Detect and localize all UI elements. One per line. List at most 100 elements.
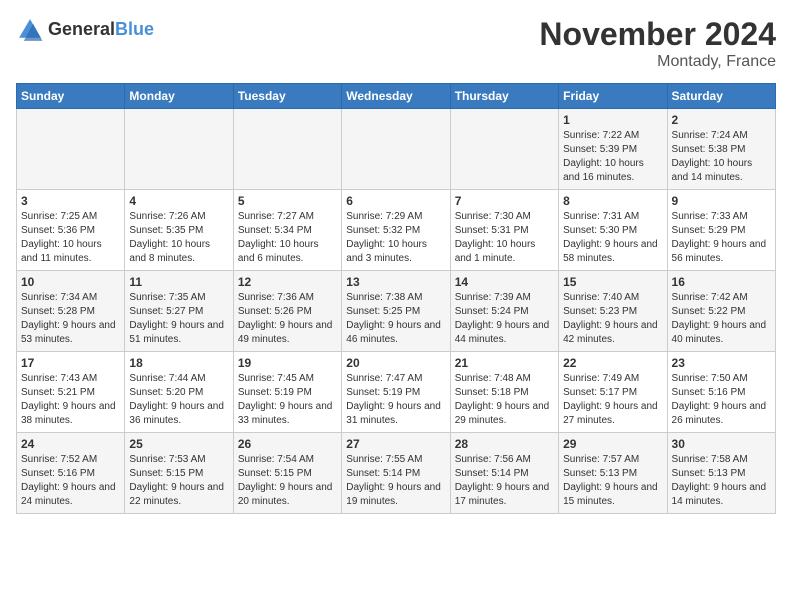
weekday-header-cell: Tuesday [233, 84, 341, 109]
calendar-day-cell: 19 Sunrise: 7:45 AM Sunset: 5:19 PM Dayli… [233, 352, 341, 433]
day-info: Sunrise: 7:45 AM Sunset: 5:19 PM Dayligh… [238, 372, 337, 428]
calendar-day-cell [125, 109, 233, 190]
day-number: 1 [563, 113, 662, 127]
day-info: Sunrise: 7:33 AM Sunset: 5:29 PM Dayligh… [672, 210, 771, 266]
day-number: 17 [21, 356, 120, 370]
weekday-header-cell: Wednesday [342, 84, 450, 109]
day-number: 29 [563, 437, 662, 451]
day-info: Sunrise: 7:43 AM Sunset: 5:21 PM Dayligh… [21, 372, 120, 428]
calendar-day-cell [342, 109, 450, 190]
calendar-day-cell [17, 109, 125, 190]
calendar-day-cell: 3 Sunrise: 7:25 AM Sunset: 5:36 PM Daylig… [17, 190, 125, 271]
calendar-day-cell: 22 Sunrise: 7:49 AM Sunset: 5:17 PM Dayli… [559, 352, 667, 433]
month-title: November 2024 [539, 16, 776, 53]
calendar-day-cell: 10 Sunrise: 7:34 AM Sunset: 5:28 PM Dayli… [17, 271, 125, 352]
calendar-day-cell: 21Sunrise: 7:48 AM Sunset: 5:18 PM Dayli… [450, 352, 558, 433]
day-number: 9 [672, 194, 771, 208]
calendar-day-cell: 7 Sunrise: 7:30 AM Sunset: 5:31 PM Daylig… [450, 190, 558, 271]
day-info: Sunrise: 7:53 AM Sunset: 5:15 PM Dayligh… [129, 453, 228, 509]
day-info: Sunrise: 7:29 AM Sunset: 5:32 PM Dayligh… [346, 210, 445, 266]
weekday-header-cell: Friday [559, 84, 667, 109]
day-number: 16 [672, 275, 771, 289]
logo-text: GeneralBlue [48, 20, 154, 40]
day-number: 24 [21, 437, 120, 451]
calendar-day-cell: 6 Sunrise: 7:29 AM Sunset: 5:32 PM Daylig… [342, 190, 450, 271]
day-number: 11 [129, 275, 228, 289]
calendar-day-cell: 13 Sunrise: 7:38 AM Sunset: 5:25 PM Dayli… [342, 271, 450, 352]
day-info: Sunrise: 7:22 AM Sunset: 5:39 PM Dayligh… [563, 129, 662, 185]
calendar-day-cell: 28Sunrise: 7:56 AM Sunset: 5:14 PM Dayli… [450, 433, 558, 514]
day-number: 19 [238, 356, 337, 370]
calendar-day-cell: 23 Sunrise: 7:50 AM Sunset: 5:16 PM Dayli… [667, 352, 775, 433]
day-info: Sunrise: 7:58 AM Sunset: 5:13 PM Dayligh… [672, 453, 771, 509]
calendar-day-cell: 2 Sunrise: 7:24 AM Sunset: 5:38 PM Daylig… [667, 109, 775, 190]
calendar-week-row: 1 Sunrise: 7:22 AM Sunset: 5:39 PM Daylig… [17, 109, 776, 190]
calendar-day-cell: 29 Sunrise: 7:57 AM Sunset: 5:13 PM Dayli… [559, 433, 667, 514]
day-info: Sunrise: 7:36 AM Sunset: 5:26 PM Dayligh… [238, 291, 337, 347]
day-number: 30 [672, 437, 771, 451]
day-number: 13 [346, 275, 445, 289]
day-number: 2 [672, 113, 771, 127]
logo-icon [16, 16, 44, 44]
day-info: Sunrise: 7:52 AM Sunset: 5:16 PM Dayligh… [21, 453, 120, 509]
calendar-week-row: 10 Sunrise: 7:34 AM Sunset: 5:28 PM Dayli… [17, 271, 776, 352]
day-info: Sunrise: 7:34 AM Sunset: 5:28 PM Dayligh… [21, 291, 120, 347]
day-number: 27 [346, 437, 445, 451]
day-info: Sunrise: 7:54 AM Sunset: 5:15 PM Dayligh… [238, 453, 337, 509]
page-header: GeneralBlue November 2024 Montady, Franc… [16, 16, 776, 71]
calendar-week-row: 3 Sunrise: 7:25 AM Sunset: 5:36 PM Daylig… [17, 190, 776, 271]
day-info: Sunrise: 7:50 AM Sunset: 5:16 PM Dayligh… [672, 372, 771, 428]
day-number: 12 [238, 275, 337, 289]
day-info: Sunrise: 7:48 AM Sunset: 5:18 PM Dayligh… [455, 372, 554, 428]
day-info: Sunrise: 7:35 AM Sunset: 5:27 PM Dayligh… [129, 291, 228, 347]
weekday-header-cell: Sunday [17, 84, 125, 109]
day-info: Sunrise: 7:44 AM Sunset: 5:20 PM Dayligh… [129, 372, 228, 428]
day-info: Sunrise: 7:24 AM Sunset: 5:38 PM Dayligh… [672, 129, 771, 185]
day-number: 3 [21, 194, 120, 208]
day-info: Sunrise: 7:26 AM Sunset: 5:35 PM Dayligh… [129, 210, 228, 266]
calendar-day-cell: 27Sunrise: 7:55 AM Sunset: 5:14 PM Dayli… [342, 433, 450, 514]
calendar-day-cell: 9 Sunrise: 7:33 AM Sunset: 5:29 PM Daylig… [667, 190, 775, 271]
calendar-table: SundayMondayTuesdayWednesdayThursdayFrid… [16, 83, 776, 514]
weekday-header-cell: Monday [125, 84, 233, 109]
location: Montady, France [539, 53, 776, 71]
weekday-header-row: SundayMondayTuesdayWednesdayThursdayFrid… [17, 84, 776, 109]
day-number: 4 [129, 194, 228, 208]
day-number: 6 [346, 194, 445, 208]
calendar-day-cell: 15 Sunrise: 7:40 AM Sunset: 5:23 PM Dayli… [559, 271, 667, 352]
day-info: Sunrise: 7:30 AM Sunset: 5:31 PM Dayligh… [455, 210, 554, 266]
day-number: 15 [563, 275, 662, 289]
day-info: Sunrise: 7:40 AM Sunset: 5:23 PM Dayligh… [563, 291, 662, 347]
day-info: Sunrise: 7:42 AM Sunset: 5:22 PM Dayligh… [672, 291, 771, 347]
calendar-day-cell: 8Sunrise: 7:31 AM Sunset: 5:30 PM Daylig… [559, 190, 667, 271]
calendar-body: 1 Sunrise: 7:22 AM Sunset: 5:39 PM Daylig… [17, 109, 776, 514]
weekday-header-cell: Thursday [450, 84, 558, 109]
day-number: 23 [672, 356, 771, 370]
day-info: Sunrise: 7:39 AM Sunset: 5:24 PM Dayligh… [455, 291, 554, 347]
day-info: Sunrise: 7:38 AM Sunset: 5:25 PM Dayligh… [346, 291, 445, 347]
day-info: Sunrise: 7:57 AM Sunset: 5:13 PM Dayligh… [563, 453, 662, 509]
calendar-day-cell: 11 Sunrise: 7:35 AM Sunset: 5:27 PM Dayli… [125, 271, 233, 352]
calendar-day-cell: 16 Sunrise: 7:42 AM Sunset: 5:22 PM Dayli… [667, 271, 775, 352]
day-number: 20 [346, 356, 445, 370]
calendar-day-cell [233, 109, 341, 190]
calendar-day-cell: 30 Sunrise: 7:58 AM Sunset: 5:13 PM Dayli… [667, 433, 775, 514]
day-number: 7 [455, 194, 554, 208]
day-info: Sunrise: 7:49 AM Sunset: 5:17 PM Dayligh… [563, 372, 662, 428]
day-info: Sunrise: 7:56 AM Sunset: 5:14 PM Dayligh… [455, 453, 554, 509]
weekday-header-cell: Saturday [667, 84, 775, 109]
day-number: 25 [129, 437, 228, 451]
day-number: 8 [563, 194, 662, 208]
calendar-day-cell: 4 Sunrise: 7:26 AM Sunset: 5:35 PM Daylig… [125, 190, 233, 271]
logo: GeneralBlue [16, 16, 154, 44]
title-block: November 2024 Montady, France [539, 16, 776, 71]
calendar-day-cell: 18 Sunrise: 7:44 AM Sunset: 5:20 PM Dayli… [125, 352, 233, 433]
calendar-week-row: 24 Sunrise: 7:52 AM Sunset: 5:16 PM Dayli… [17, 433, 776, 514]
day-number: 18 [129, 356, 228, 370]
day-info: Sunrise: 7:25 AM Sunset: 5:36 PM Dayligh… [21, 210, 120, 266]
calendar-day-cell: 24 Sunrise: 7:52 AM Sunset: 5:16 PM Dayli… [17, 433, 125, 514]
day-number: 22 [563, 356, 662, 370]
day-number: 10 [21, 275, 120, 289]
calendar-day-cell: 12 Sunrise: 7:36 AM Sunset: 5:26 PM Dayli… [233, 271, 341, 352]
calendar-day-cell: 25 Sunrise: 7:53 AM Sunset: 5:15 PM Dayli… [125, 433, 233, 514]
